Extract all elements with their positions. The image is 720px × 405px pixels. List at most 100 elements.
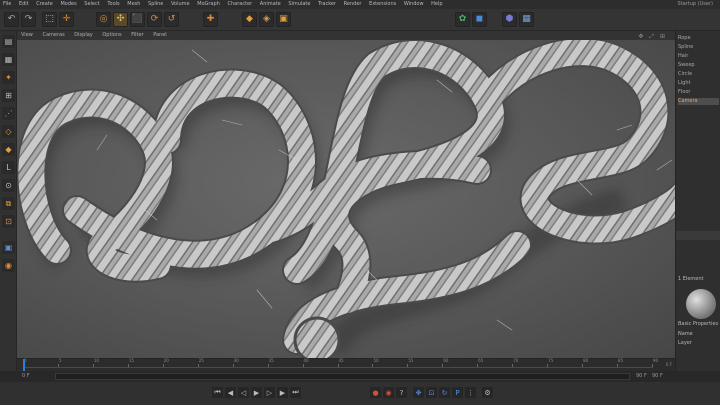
object-item[interactable]: Sweep — [678, 62, 695, 69]
point-level-key-icon[interactable]: ⋮ — [465, 387, 476, 398]
menu-mograph[interactable]: MoGraph — [194, 0, 223, 9]
cloner-icon[interactable]: ▣ — [276, 12, 291, 27]
object-item[interactable]: Light — [678, 80, 690, 87]
timeline-tick — [617, 364, 619, 367]
play-icon[interactable]: ▶ — [251, 387, 262, 398]
go-to-start-icon[interactable]: ⏮ — [212, 387, 223, 398]
menu-volume[interactable]: Volume — [168, 0, 193, 9]
3d-viewport[interactable] — [17, 40, 675, 358]
render-settings-icon[interactable]: ↺ — [164, 12, 179, 27]
attribute-layer-label: Layer — [678, 340, 692, 346]
subdivision-icon[interactable]: ◈ — [259, 12, 274, 27]
viewport-menu-cameras[interactable]: Cameras — [38, 31, 68, 40]
frame-range-slider[interactable] — [55, 373, 630, 380]
scale-key-icon[interactable]: ⊡ — [426, 387, 437, 398]
material-preview[interactable] — [686, 289, 716, 319]
playhead[interactable] — [23, 359, 25, 371]
object-item[interactable]: Circle — [678, 71, 692, 78]
menu-tracker[interactable]: Tracker — [315, 0, 339, 9]
timeline-tick — [407, 364, 409, 367]
light-icon[interactable]: ▦ — [519, 12, 534, 27]
previous-frame-icon[interactable]: ◁ — [238, 387, 249, 398]
object-item[interactable]: Hair — [678, 53, 688, 60]
viewport-menu-panel[interactable]: Panel — [149, 31, 171, 40]
record-icon[interactable]: ● — [370, 387, 381, 398]
position-key-icon[interactable]: ✥ — [413, 387, 424, 398]
timeline-ruler[interactable]: 0 5 10 15 20 25 30 35 40 45 50 55 60 65 70 75 80 85 90 — [23, 358, 658, 368]
menu-animate[interactable]: Animate — [257, 0, 284, 9]
locked-workplane-icon[interactable]: ⊡ — [2, 215, 15, 228]
rotate-icon[interactable]: ✣ — [113, 12, 128, 27]
object-item[interactable]: Spline — [678, 44, 693, 51]
timeline-tick — [57, 364, 59, 367]
start-frame-field[interactable]: 0 F — [22, 371, 30, 382]
object-item-selected[interactable]: Camera — [678, 98, 719, 105]
tweak-mode-icon[interactable]: ⊙ — [2, 179, 15, 192]
axis-mode-icon[interactable]: L — [2, 161, 15, 174]
end-frame-field[interactable]: 90 F — [636, 371, 647, 382]
points-mode-icon[interactable]: ⋰ — [2, 107, 15, 120]
menu-window[interactable]: Window — [401, 0, 427, 9]
next-key-icon[interactable]: ▶ — [277, 387, 288, 398]
menu-create[interactable]: Create — [33, 0, 56, 9]
timeline-tick — [127, 364, 129, 367]
left-tool-palette: ▤ ▦ ✦ ⊞ ⋰ ◇ ◆ L ⊙ ⧉ ⊡ ▣ ◉ — [0, 31, 17, 371]
menu-modes[interactable]: Modes — [57, 0, 79, 9]
next-frame-icon[interactable]: ▷ — [264, 387, 275, 398]
model-mode-icon[interactable]: ▦ — [2, 53, 15, 66]
timeline-tick-label: 50 — [373, 358, 379, 363]
timeline-tick — [337, 364, 339, 367]
solo-mode-icon[interactable]: ▣ — [2, 241, 15, 254]
material-count-label: 1 Element — [678, 276, 704, 282]
menu-edit[interactable]: Edit — [16, 0, 32, 9]
viewport-menu-view[interactable]: View — [17, 31, 37, 40]
move-icon[interactable]: ✛ — [59, 12, 74, 27]
render-view-icon[interactable]: ⬛ — [130, 12, 145, 27]
keyframe-selection-icon[interactable]: ? — [396, 387, 407, 398]
timeline[interactable]: 0 5 10 15 20 25 30 35 40 45 50 55 60 65 70 75 80 85 90 0 F — [17, 358, 675, 371]
schedule-icon[interactable]: ⚙ — [482, 387, 493, 398]
autokey-icon[interactable]: ◉ — [383, 387, 394, 398]
previous-key-icon[interactable]: ◀ — [225, 387, 236, 398]
layout-selector[interactable]: Startup (User) — [675, 0, 716, 9]
rotation-key-icon[interactable]: ↻ — [439, 387, 450, 398]
menu-tools[interactable]: Tools — [104, 0, 122, 9]
make-editable-icon[interactable]: ▤ — [2, 35, 15, 48]
menu-select[interactable]: Select — [81, 0, 102, 9]
menu-file[interactable]: File — [0, 0, 14, 9]
menu-simulate[interactable]: Simulate — [285, 0, 313, 9]
viewport-menu-display[interactable]: Display — [70, 31, 96, 40]
undo-icon[interactable]: ↶ — [4, 12, 19, 27]
camera-icon[interactable]: ⬢ — [502, 12, 517, 27]
menu-spline[interactable]: Spline — [145, 0, 166, 9]
viewport-menu-filter[interactable]: Filter — [127, 31, 147, 40]
timeline-tick — [582, 364, 584, 367]
workplane-icon[interactable]: ⊞ — [2, 89, 15, 102]
cube-icon[interactable]: ✚ — [203, 12, 218, 27]
max-frame-field[interactable]: 90 F — [652, 371, 663, 382]
texture-mode-icon[interactable]: ✦ — [2, 71, 15, 84]
viewport-menu-options[interactable]: Options — [98, 31, 125, 40]
snap-icon[interactable]: ⧉ — [2, 197, 15, 210]
go-to-end-icon[interactable]: ⏭ — [290, 387, 301, 398]
polygons-mode-icon[interactable]: ◆ — [2, 143, 15, 156]
render-region-icon[interactable]: ⟳ — [147, 12, 162, 27]
menu-extensions[interactable]: Extensions — [366, 0, 399, 9]
redo-icon[interactable]: ↷ — [21, 12, 36, 27]
scale-icon[interactable]: ◎ — [96, 12, 111, 27]
menu-render[interactable]: Render — [341, 0, 365, 9]
deformer-icon[interactable]: ✿ — [455, 12, 470, 27]
object-item[interactable]: Floor — [678, 89, 690, 96]
menu-help[interactable]: Help — [428, 0, 445, 9]
edges-mode-icon[interactable]: ◇ — [2, 125, 15, 138]
floor-icon[interactable]: ◼ — [472, 12, 487, 27]
pen-icon[interactable]: ◆ — [242, 12, 257, 27]
object-item[interactable]: Rope — [678, 35, 691, 42]
menu-character[interactable]: Character — [225, 0, 256, 9]
timeline-tick — [267, 364, 269, 367]
parameter-key-icon[interactable]: P — [452, 387, 463, 398]
menu-mesh[interactable]: Mesh — [124, 0, 143, 9]
paint-icon[interactable]: ◉ — [2, 259, 15, 272]
attributes-tab-bar[interactable] — [676, 231, 720, 240]
live-select-icon[interactable]: ⬚ — [42, 12, 57, 27]
